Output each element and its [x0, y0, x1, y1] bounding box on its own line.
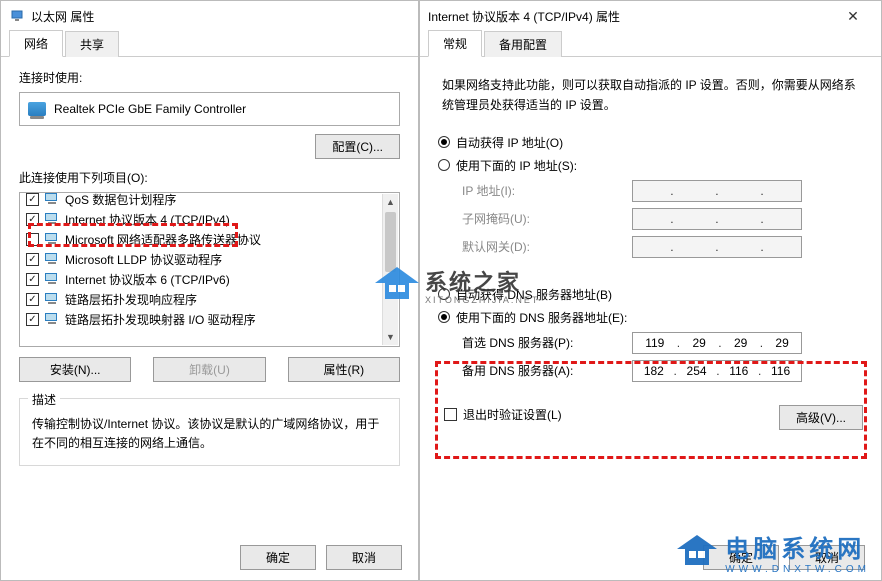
titlebar: Internet 协议版本 4 (TCP/IPv4) 属性 ✕ — [420, 1, 881, 31]
subnet-mask-label: 子网掩码(U): — [462, 210, 632, 227]
list-item[interactable]: ✓ Microsoft LLDP 协议驱动程序 — [20, 249, 399, 269]
list-item-label: 链路层拓扑发现映射器 I/O 驱动程序 — [65, 311, 256, 328]
protocol-icon — [45, 313, 59, 325]
gateway-label: 默认网关(D): — [462, 238, 632, 255]
tabs: 网络 共享 — [1, 31, 418, 57]
ok-button[interactable]: 确定 — [703, 545, 779, 570]
list-item-label: 链路层拓扑发现响应程序 — [65, 291, 197, 308]
uninstall-button: 卸载(U) — [153, 357, 265, 382]
radio-ip-auto[interactable]: 自动获得 IP 地址(O) — [438, 134, 863, 151]
list-item-label: Microsoft 网络适配器多路传送器协议 — [65, 231, 261, 248]
ok-button[interactable]: 确定 — [240, 545, 316, 570]
scroll-thumb[interactable] — [385, 212, 396, 272]
radio-dns-manual[interactable]: 使用下面的 DNS 服务器地址(E): — [438, 309, 863, 326]
dialog-title: Internet 协议版本 4 (TCP/IPv4) 属性 — [428, 8, 833, 25]
scroll-up-icon[interactable]: ▲ — [383, 194, 398, 210]
intro-text: 如果网络支持此功能，则可以获取自动指派的 IP 设置。否则，你需要从网络系统管理… — [442, 75, 859, 116]
list-item-label: Internet 协议版本 4 (TCP/IPv4) — [65, 211, 230, 228]
tab-share[interactable]: 共享 — [65, 31, 119, 57]
ip-address-input: ... — [632, 180, 802, 202]
list-item[interactable]: ✓ QoS 数据包计划程序 — [20, 192, 399, 209]
gateway-input: ... — [632, 236, 802, 258]
ipv4-properties-dialog: Internet 协议版本 4 (TCP/IPv4) 属性 ✕ 常规 备用配置 … — [419, 0, 882, 581]
radio-ip-manual[interactable]: 使用下面的 IP 地址(S): — [438, 157, 863, 174]
ethernet-properties-dialog: 以太网 属性 网络 共享 连接时使用: Realtek PCIe GbE Fam… — [0, 0, 419, 581]
cancel-button[interactable]: 取消 — [326, 545, 402, 570]
protocol-icon — [45, 233, 59, 245]
preferred-dns-input[interactable]: 119. 29. 29. 29 — [632, 332, 802, 354]
protocol-icon — [45, 253, 59, 265]
install-button[interactable]: 安装(N)... — [19, 357, 131, 382]
checkbox-icon[interactable]: ✓ — [26, 273, 39, 286]
list-item[interactable]: ✓ Internet 协议版本 4 (TCP/IPv4) — [20, 209, 399, 229]
ip-address-label: IP 地址(I): — [462, 182, 632, 199]
protocol-icon — [45, 293, 59, 305]
close-icon[interactable]: ✕ — [833, 1, 873, 31]
list-item[interactable]: ✓ Internet 协议版本 6 (TCP/IPv6) — [20, 269, 399, 289]
tab-alternate[interactable]: 备用配置 — [484, 31, 562, 57]
subnet-mask-input: ... — [632, 208, 802, 230]
radio-dns-auto[interactable]: 自动获得 DNS 服务器地址(B) — [438, 286, 863, 303]
checkbox-icon — [444, 408, 457, 421]
list-item[interactable]: Microsoft 网络适配器多路传送器协议 — [20, 229, 399, 249]
checkbox-icon[interactable]: ✓ — [26, 193, 39, 206]
checkbox-icon[interactable]: ✓ — [26, 253, 39, 266]
list-item-label: Microsoft LLDP 协议驱动程序 — [65, 251, 222, 268]
adapter-name: Realtek PCIe GbE Family Controller — [54, 102, 246, 116]
list-item-label: Internet 协议版本 6 (TCP/IPv6) — [65, 271, 230, 288]
protocol-icon — [45, 213, 59, 225]
adapter-box[interactable]: Realtek PCIe GbE Family Controller — [19, 92, 400, 126]
description-title: 描述 — [28, 391, 60, 408]
components-list[interactable]: ✓ QoS 数据包计划程序 ✓ Internet 协议版本 4 (TCP/IPv4) M… — [19, 192, 400, 347]
tab-general[interactable]: 常规 — [428, 30, 482, 57]
dialog-title: 以太网 属性 — [31, 8, 410, 25]
ethernet-icon — [9, 8, 25, 24]
cancel-button[interactable]: 取消 — [789, 545, 865, 570]
radio-icon — [438, 311, 450, 323]
nic-icon — [28, 102, 46, 116]
radio-icon — [438, 288, 450, 300]
checkbox-icon[interactable]: ✓ — [26, 313, 39, 326]
properties-button[interactable]: 属性(R) — [288, 357, 400, 382]
items-label: 此连接使用下列项目(O): — [19, 169, 400, 186]
checkbox-icon[interactable] — [26, 233, 39, 246]
list-scrollbar[interactable]: ▲ ▼ — [382, 194, 398, 345]
configure-button[interactable]: 配置(C)... — [315, 134, 400, 159]
advanced-button[interactable]: 高级(V)... — [779, 405, 863, 430]
protocol-icon — [45, 273, 59, 285]
radio-icon — [438, 136, 450, 148]
checkbox-icon[interactable]: ✓ — [26, 213, 39, 226]
protocol-icon — [45, 193, 59, 205]
preferred-dns-label: 首选 DNS 服务器(P): — [462, 334, 632, 351]
description-text: 传输控制协议/Internet 协议。该协议是默认的广域网络协议，用于在不同的相… — [32, 415, 387, 453]
tab-network[interactable]: 网络 — [9, 30, 63, 57]
scroll-down-icon[interactable]: ▼ — [383, 329, 398, 345]
titlebar: 以太网 属性 — [1, 1, 418, 31]
list-item-label: QoS 数据包计划程序 — [65, 192, 176, 208]
checkbox-icon[interactable]: ✓ — [26, 293, 39, 306]
alternate-dns-label: 备用 DNS 服务器(A): — [462, 362, 632, 379]
connect-using-label: 连接时使用: — [19, 69, 400, 86]
list-item[interactable]: ✓ 链路层拓扑发现响应程序 — [20, 289, 399, 309]
alternate-dns-input[interactable]: 182. 254. 116. 116 — [632, 360, 802, 382]
list-item[interactable]: ✓ 链路层拓扑发现映射器 I/O 驱动程序 — [20, 309, 399, 329]
tabs: 常规 备用配置 — [420, 31, 881, 57]
radio-icon — [438, 159, 450, 171]
